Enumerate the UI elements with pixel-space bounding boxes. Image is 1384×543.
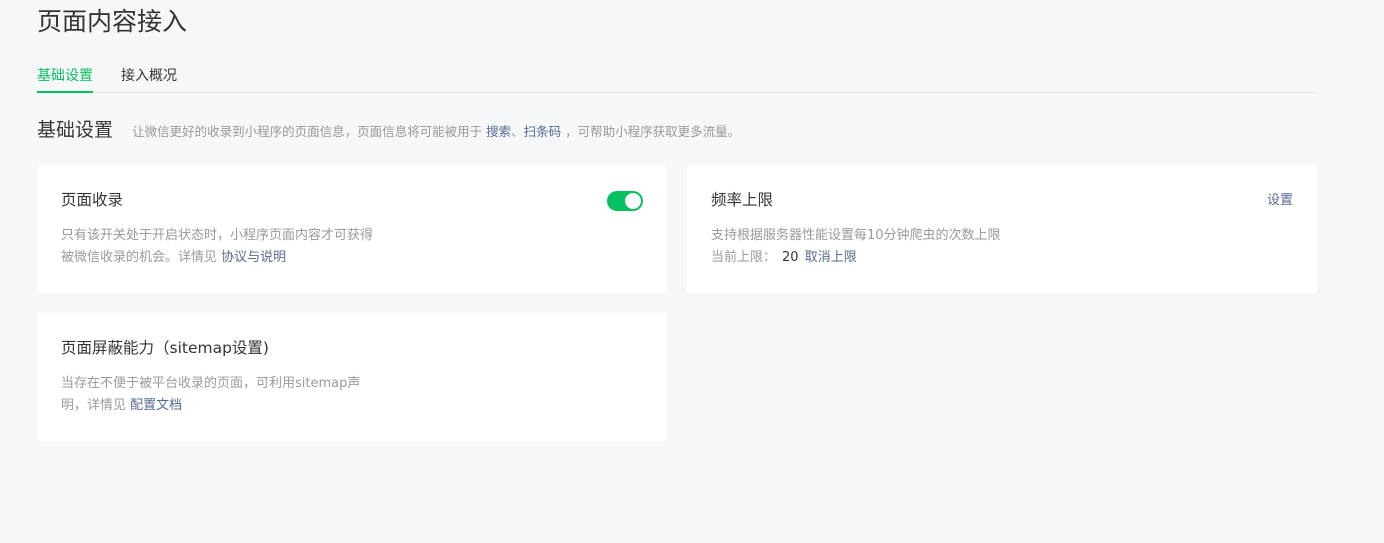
page-index-desc-line2-wrap: 被微信收录的机会。详情见 协议与说明 (61, 247, 391, 269)
section-description: 让微信更好的收录到小程序的页面信息，页面信息将可能被用于 搜索、扫条码 ，可帮助… (132, 124, 740, 139)
section-desc-suffix: ，可帮助小程序获取更多流量。 (565, 123, 741, 139)
scan-code-link[interactable]: 扫条码 (524, 124, 562, 139)
page-index-toggle[interactable] (607, 191, 643, 211)
current-limit-value: 20 (782, 250, 799, 265)
section-header: 基础设置 让微信更好的收录到小程序的页面信息，页面信息将可能被用于 搜索、扫条码… (37, 117, 740, 143)
current-limit-row: 当前上限： 20 取消上限 (711, 247, 1111, 269)
sitemap-card: 页面屏蔽能力（sitemap设置) 当存在不便于被平台收录的页面，可利用site… (37, 313, 667, 441)
frequency-limit-card: 频率上限 设置 支持根据服务器性能设置每10分钟爬虫的次数上限 当前上限： 20 … (687, 165, 1317, 293)
section-desc-prefix: 让微信更好的收录到小程序的页面信息，页面信息将可能被用于 (132, 123, 483, 139)
page-index-desc-line1: 只有该开关处于开启状态时，小程序页面内容才可获得 (61, 228, 374, 243)
frequency-limit-title: 频率上限 (711, 191, 774, 209)
page-index-title: 页面收录 (61, 191, 124, 209)
search-link[interactable]: 搜索 (486, 124, 511, 139)
section-title: 基础设置 (37, 119, 114, 141)
page-index-desc-line2: 被微信收录的机会。详情见 (61, 250, 218, 265)
toggle-knob (625, 193, 641, 209)
sitemap-desc-line1: 当存在不便于被平台收录的页面，可利用sitemap声 (61, 376, 361, 391)
current-limit-label: 当前上限： (711, 250, 777, 265)
cancel-limit-link[interactable]: 取消上限 (805, 250, 857, 265)
tab-basic-settings[interactable]: 基础设置 (37, 64, 93, 93)
tab-bar: 基础设置 接入概况 (37, 64, 1317, 93)
section-desc-separator: 、 (511, 123, 524, 139)
sitemap-description: 当存在不便于被平台收录的页面，可利用sitemap声 明，详情见 配置文档 (61, 373, 391, 417)
config-doc-link[interactable]: 配置文档 (130, 398, 182, 413)
page: 页面内容接入 基础设置 接入概况 基础设置 让微信更好的收录到小程序的页面信息，… (0, 0, 1384, 543)
frequency-desc-line1: 支持根据服务器性能设置每10分钟爬虫的次数上限 (711, 228, 1001, 243)
page-title: 页面内容接入 (37, 7, 188, 36)
page-index-description: 只有该开关处于开启状态时，小程序页面内容才可获得 被微信收录的机会。详情见 协议… (61, 225, 391, 269)
agreement-link[interactable]: 协议与说明 (221, 250, 286, 265)
frequency-settings-button[interactable]: 设置 (1267, 192, 1293, 210)
frequency-limit-description: 支持根据服务器性能设置每10分钟爬虫的次数上限 当前上限： 20 取消上限 (711, 225, 1111, 269)
tab-access-overview[interactable]: 接入概况 (121, 64, 177, 93)
sitemap-desc-line2: 明，详情见 (61, 398, 127, 413)
page-index-card: 页面收录 只有该开关处于开启状态时，小程序页面内容才可获得 被微信收录的机会。详… (37, 165, 667, 293)
sitemap-desc-line2-wrap: 明，详情见 配置文档 (61, 395, 391, 417)
sitemap-title: 页面屏蔽能力（sitemap设置) (61, 339, 269, 357)
